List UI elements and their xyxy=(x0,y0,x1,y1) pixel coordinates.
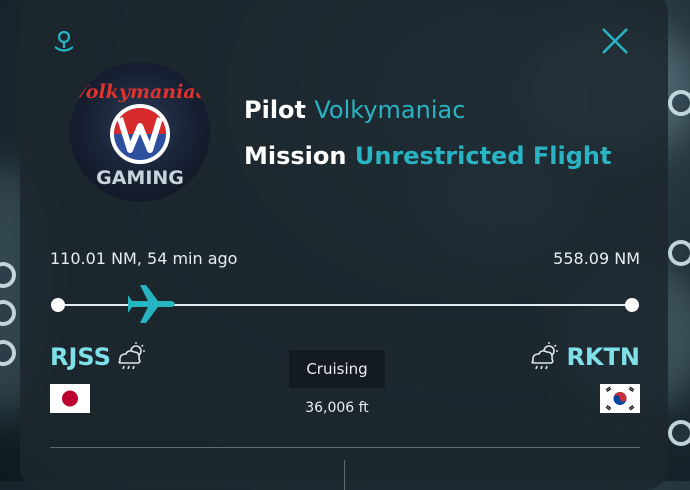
pilot-avatar: Volkymaniac GAMING xyxy=(70,62,210,202)
destination-node xyxy=(625,298,639,312)
pilot-name[interactable]: Volkymaniac xyxy=(314,96,465,124)
column-divider xyxy=(344,460,345,490)
mission-name: Unrestricted Flight xyxy=(354,142,612,170)
section-divider xyxy=(50,447,640,448)
altitude-readout: 36,006 ft xyxy=(305,400,369,416)
mission-label: Mission xyxy=(244,142,347,170)
destination-icao[interactable]: RKTN xyxy=(566,343,640,371)
rain-cloud-sun-icon xyxy=(114,341,148,377)
pilot-line: Pilot Volkymaniac xyxy=(244,96,465,124)
distance-flown: 110.01 NM, 54 min ago xyxy=(50,249,238,268)
japan-flag xyxy=(50,384,90,413)
distance-remaining: 558.09 NM xyxy=(553,249,640,268)
avatar-brand-bottom: GAMING xyxy=(96,167,184,189)
map-marker[interactable] xyxy=(668,240,690,266)
airplane-icon xyxy=(127,283,178,329)
map-pin-icon[interactable] xyxy=(50,28,78,60)
origin-node xyxy=(51,298,65,312)
rain-cloud-sun-icon xyxy=(527,341,561,377)
south-korea-flag xyxy=(600,384,640,413)
mission-line: Mission Unrestricted Flight xyxy=(244,142,611,170)
avatar-brand-top: Volkymaniac xyxy=(73,81,208,103)
flight-phase-badge: Cruising xyxy=(289,350,385,388)
pilot-label: Pilot xyxy=(244,96,307,124)
close-icon[interactable] xyxy=(600,26,630,60)
map-marker[interactable] xyxy=(668,420,690,446)
origin-icao[interactable]: RJSS xyxy=(50,343,111,371)
map-marker[interactable] xyxy=(668,90,690,116)
